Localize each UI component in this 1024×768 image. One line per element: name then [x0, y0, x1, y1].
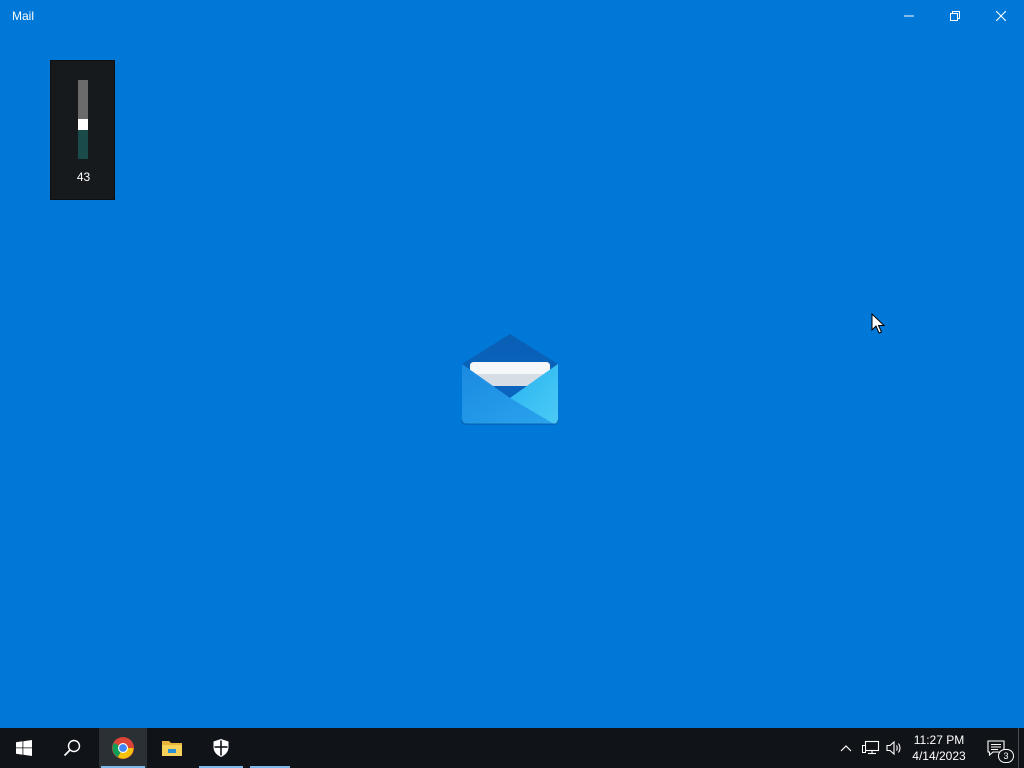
volume-slider-thumb[interactable] [78, 119, 88, 130]
chevron-up-icon [840, 745, 852, 752]
title-bar[interactable]: Mail [0, 0, 1024, 32]
minimize-icon [904, 15, 914, 17]
volume-level-label: 43 [76, 170, 91, 184]
show-hidden-icons-button[interactable] [836, 738, 856, 758]
taskbar-clock[interactable]: 11:27 PM 4/14/2023 [908, 732, 970, 764]
volume-slider-fill [78, 130, 88, 159]
search-icon [63, 739, 81, 757]
taskbar-windows-security[interactable] [197, 728, 245, 768]
close-button[interactable] [978, 0, 1024, 32]
volume-button[interactable] [885, 738, 905, 758]
clock-date: 4/14/2023 [912, 749, 966, 763]
folder-icon [162, 741, 182, 756]
search-button[interactable] [48, 728, 96, 768]
action-center-button[interactable]: 3 [978, 728, 1014, 768]
minimize-button[interactable] [886, 0, 932, 32]
mouse-cursor-icon [871, 313, 885, 334]
shield-icon [213, 739, 229, 757]
volume-flyout: 43 [50, 60, 115, 200]
start-button[interactable] [0, 728, 48, 768]
close-icon [996, 11, 1006, 21]
volume-slider[interactable] [78, 80, 88, 159]
speaker-icon [886, 740, 901, 756]
mail-envelope-icon [461, 334, 559, 425]
clock-time: 11:27 PM [913, 733, 965, 747]
restore-icon [950, 11, 960, 21]
network-icon [862, 740, 880, 755]
mail-app-window: Mail 43 11:27 PM 4/14/2023 3 [0, 0, 1024, 768]
chrome-icon [112, 737, 134, 759]
taskbar: 11:27 PM 4/14/2023 3 [0, 728, 1024, 768]
taskbar-chrome[interactable] [99, 728, 147, 768]
network-button[interactable] [861, 738, 881, 758]
taskbar-file-explorer[interactable] [148, 728, 196, 768]
window-title: Mail [12, 9, 35, 23]
notification-count-badge: 3 [998, 749, 1014, 763]
show-desktop-button[interactable] [1018, 728, 1024, 768]
windows-logo-icon [16, 740, 32, 756]
restore-button[interactable] [932, 0, 978, 32]
